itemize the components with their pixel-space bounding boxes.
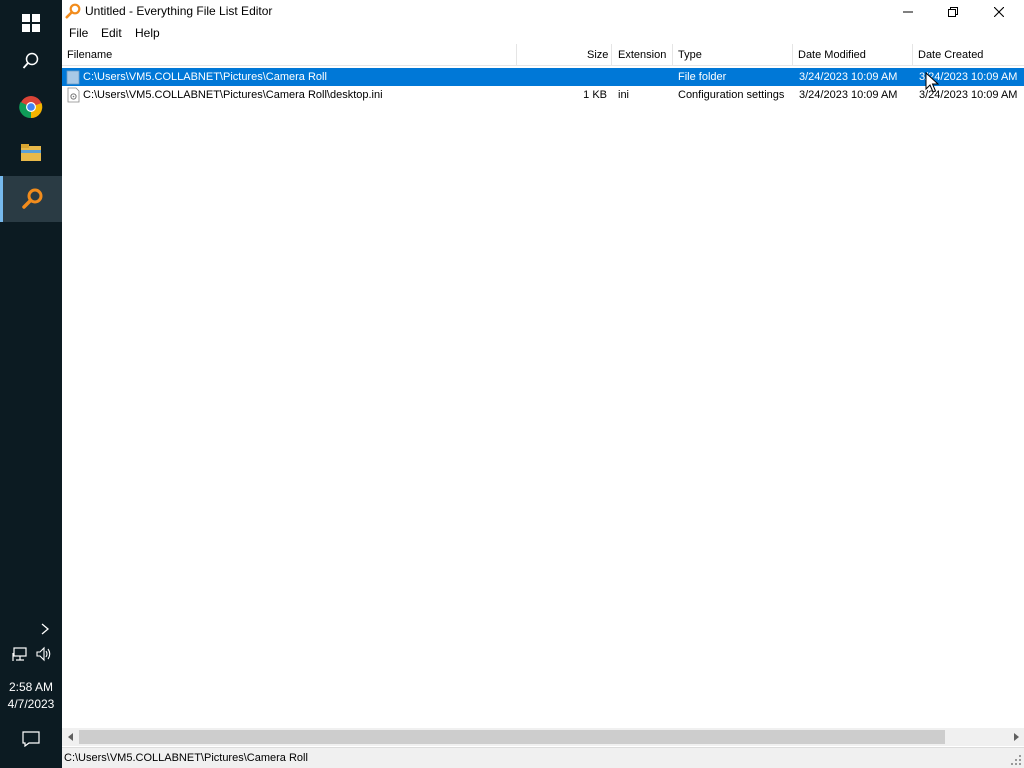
cell-type: File folder <box>678 71 727 83</box>
column-header-extension[interactable]: Extension <box>618 44 666 66</box>
scroll-right-arrow-icon <box>1013 733 1019 741</box>
everything-taskbar-button[interactable] <box>0 176 62 222</box>
cell-size <box>562 68 607 86</box>
close-icon <box>994 6 1004 17</box>
cell-type: Configuration settings <box>678 89 785 101</box>
search-button[interactable] <box>0 38 62 84</box>
chrome-icon <box>19 96 43 119</box>
table-row[interactable]: C:\Users\VM5.COLLABNET\Pictures\Camera R… <box>62 86 1024 104</box>
column-header-date-modified[interactable]: Date Modified <box>798 44 866 66</box>
everything-window: Untitled - Everything File List Editor F… <box>62 0 1024 768</box>
show-hidden-icons-button[interactable] <box>38 622 52 636</box>
scroll-left-arrow-icon <box>67 733 73 741</box>
restore-button[interactable] <box>930 0 976 23</box>
taskbar: 2:58 AM 4/7/2023 <box>0 0 62 768</box>
column-header-date-created[interactable]: Date Created <box>918 44 983 66</box>
taskbar-clock-time[interactable]: 2:58 AM <box>0 680 62 694</box>
chevron-right-icon <box>41 623 49 635</box>
window-title: Untitled - Everything File List Editor <box>85 4 273 18</box>
status-bar: C:\Users\VM5.COLLABNET\Pictures\Camera R… <box>62 747 1024 768</box>
folder-icon <box>66 70 80 85</box>
cell-extension <box>618 68 670 86</box>
horizontal-scrollbar[interactable] <box>62 728 1024 746</box>
file-explorer-taskbar-button[interactable] <box>0 130 62 176</box>
app-icon <box>65 3 81 19</box>
cell-date-modified: 3/24/2023 10:09 AM <box>799 71 898 83</box>
list-header: Filename Size Extension Type Date Modifi… <box>62 44 1024 66</box>
taskbar-clock-date[interactable]: 4/7/2023 <box>0 697 62 711</box>
table-row[interactable]: C:\Users\VM5.COLLABNET\Pictures\Camera R… <box>62 68 1024 86</box>
cell-filename: C:\Users\VM5.COLLABNET\Pictures\Camera R… <box>83 89 383 101</box>
column-header-type[interactable]: Type <box>678 44 702 66</box>
scrollbar-thumb[interactable] <box>79 730 945 744</box>
column-divider[interactable] <box>672 44 673 66</box>
menu-file[interactable]: File <box>67 26 90 40</box>
settings-file-icon <box>67 87 80 103</box>
windows-logo-icon <box>22 14 40 32</box>
network-tray-button[interactable] <box>12 646 30 662</box>
folder-icon <box>21 144 41 161</box>
column-divider[interactable] <box>912 44 913 66</box>
cell-date-modified: 3/24/2023 10:09 AM <box>799 89 898 101</box>
menu-edit[interactable]: Edit <box>99 26 124 40</box>
status-text: C:\Users\VM5.COLLABNET\Pictures\Camera R… <box>64 752 308 764</box>
chrome-taskbar-button[interactable] <box>0 84 62 130</box>
cell-filename: C:\Users\VM5.COLLABNET\Pictures\Camera R… <box>83 71 327 83</box>
minimize-button[interactable] <box>885 0 931 23</box>
menu-help[interactable]: Help <box>133 26 162 40</box>
search-icon <box>22 52 39 69</box>
restore-icon <box>948 6 958 17</box>
menu-bar: File Edit Help <box>62 23 1024 43</box>
title-bar[interactable]: Untitled - Everything File List Editor <box>62 0 1024 23</box>
speaker-icon <box>36 646 51 662</box>
mouse-cursor-icon <box>925 72 939 93</box>
close-button[interactable] <box>976 0 1022 23</box>
network-icon <box>12 647 27 661</box>
column-divider[interactable] <box>516 44 517 66</box>
scroll-right-button[interactable] <box>1007 728 1024 746</box>
column-divider[interactable] <box>611 44 612 66</box>
volume-tray-button[interactable] <box>35 646 53 662</box>
scroll-left-button[interactable] <box>62 728 79 746</box>
notification-icon <box>22 731 40 747</box>
everything-magnifier-icon <box>21 188 42 209</box>
cell-size: 1 KB <box>583 89 607 101</box>
column-header-size[interactable]: Size <box>587 44 608 66</box>
column-divider[interactable] <box>792 44 793 66</box>
column-header-filename[interactable]: Filename <box>67 44 112 66</box>
cell-extension: ini <box>618 89 630 101</box>
minimize-icon <box>903 11 913 12</box>
action-center-button[interactable] <box>21 730 41 748</box>
resize-grip-icon[interactable] <box>1010 754 1022 766</box>
